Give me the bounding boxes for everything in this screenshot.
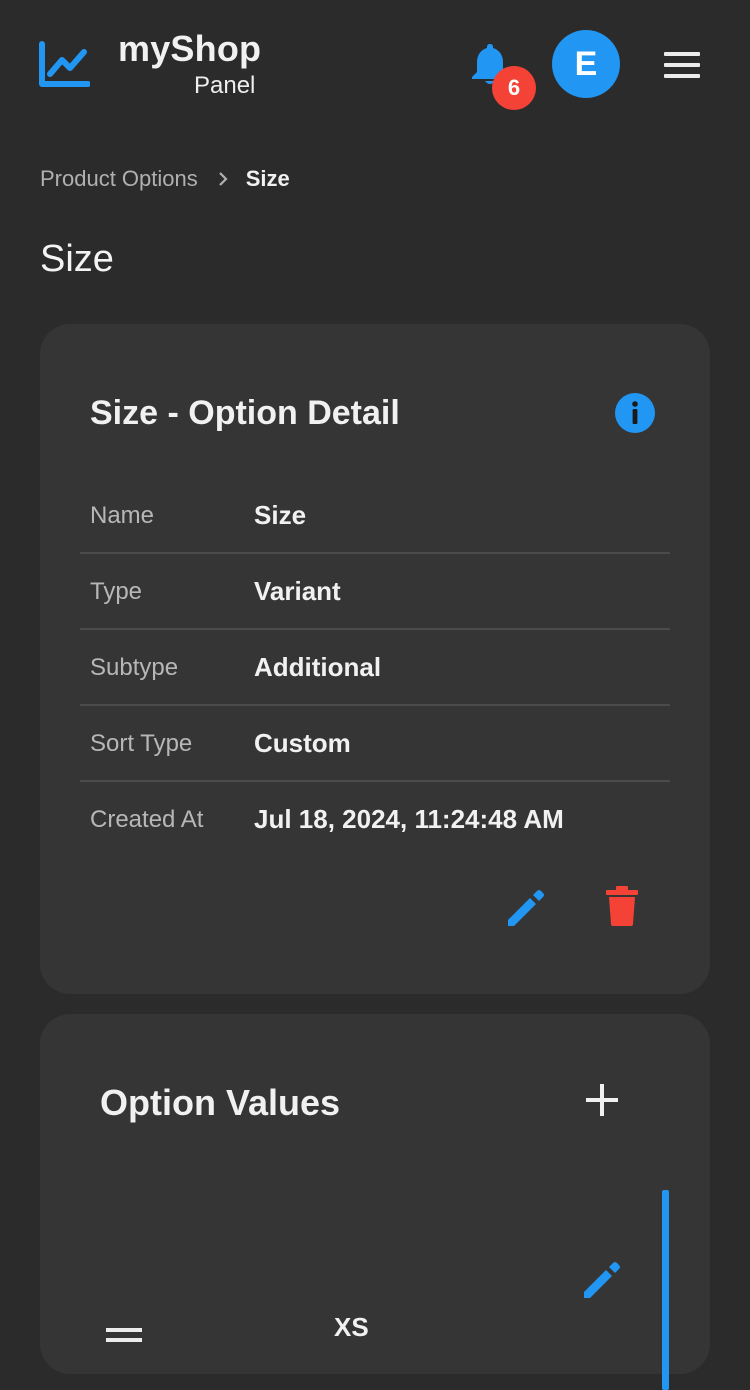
- detail-row-sort-type: Sort Type Custom: [80, 706, 670, 782]
- user-avatar[interactable]: E: [552, 30, 620, 98]
- detail-row-created-at: Created At Jul 18, 2024, 11:24:48 AM: [80, 782, 670, 858]
- app-header: myShop Panel 6 E: [0, 0, 750, 130]
- detail-value: Jul 18, 2024, 11:24:48 AM: [254, 804, 564, 834]
- notification-count-badge: 6: [492, 66, 536, 110]
- chevron-right-icon: [218, 172, 228, 186]
- detail-row-name: Name Size: [80, 478, 670, 554]
- edit-option-pencil-icon[interactable]: [504, 886, 548, 930]
- option-values-card: Option Values XS: [40, 1014, 710, 1390]
- detail-value: Custom: [254, 728, 351, 758]
- delete-option-trash-icon[interactable]: [602, 884, 642, 928]
- detail-label: Created At: [90, 806, 204, 833]
- option-detail-card: Size - Option Detail Name Size Type Vari…: [40, 324, 710, 994]
- detail-label: Name: [90, 502, 155, 529]
- breadcrumb-current: Size: [245, 166, 290, 191]
- detail-label: Subtype: [90, 654, 179, 681]
- brand-subtitle: Panel: [194, 72, 256, 99]
- add-value-plus-icon[interactable]: [582, 1080, 622, 1120]
- option-values-title: Option Values: [100, 1082, 341, 1123]
- detail-label: Type: [90, 578, 143, 605]
- detail-value: Size: [254, 500, 307, 530]
- chart-line-icon: [39, 41, 90, 87]
- option-detail-table: Name Size Type Variant Subtype Additiona…: [80, 478, 670, 858]
- menu-icon[interactable]: [660, 48, 704, 82]
- breadcrumb: Product Options Size: [40, 166, 290, 192]
- detail-value: Variant: [254, 576, 341, 606]
- detail-value: Additional: [254, 652, 382, 682]
- option-value-name: XS: [334, 1312, 369, 1342]
- brand-title: myShop: [118, 28, 262, 69]
- breadcrumb-product-options-link[interactable]: Product Options: [40, 166, 198, 192]
- option-detail-title: Size - Option Detail: [90, 394, 400, 432]
- detail-row-subtype: Subtype Additional: [80, 630, 670, 706]
- detail-row-type: Type Variant: [80, 554, 670, 630]
- info-icon[interactable]: [614, 392, 656, 434]
- drag-handle-icon[interactable]: [106, 1322, 142, 1344]
- detail-label: Sort Type: [90, 730, 193, 757]
- page-title: Size: [40, 238, 114, 280]
- values-scrollbar[interactable]: [662, 1190, 669, 1390]
- edit-value-pencil-icon[interactable]: [580, 1258, 624, 1302]
